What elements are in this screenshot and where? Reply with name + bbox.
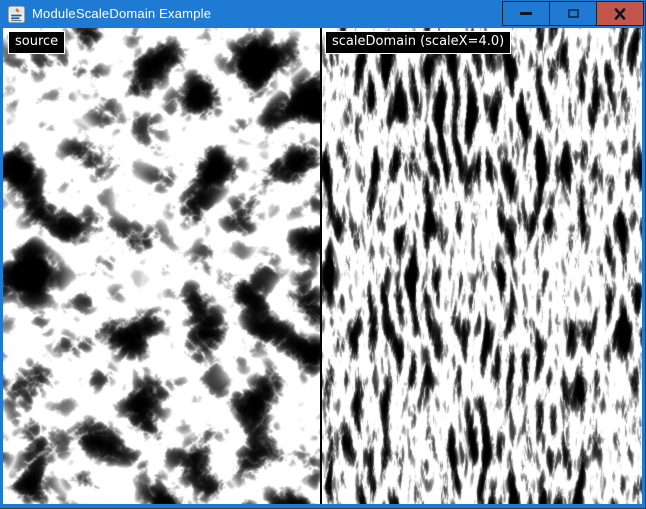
close-button[interactable]: [596, 1, 644, 26]
titlebar[interactable]: ModuleScaleDomain Example: [0, 0, 645, 28]
source-panel-label: source: [8, 31, 65, 54]
maximize-button[interactable]: [549, 1, 597, 26]
scaled-panel: scaleDomain (scaleX=4.0): [322, 28, 642, 504]
maximize-icon: [568, 9, 579, 18]
source-panel: source: [3, 28, 320, 504]
java-application-icon: [8, 6, 25, 23]
content-area: source scaleDomain (scaleX=4.0): [3, 28, 642, 504]
scaled-noise-canvas: [322, 28, 642, 504]
window-controls: [503, 1, 644, 26]
minimize-button[interactable]: [502, 1, 550, 26]
scaled-panel-label: scaleDomain (scaleX=4.0): [325, 31, 511, 54]
minimize-icon: [520, 12, 532, 15]
close-icon: [614, 8, 626, 20]
window-title: ModuleScaleDomain Example: [32, 0, 211, 28]
source-noise-canvas: [3, 28, 320, 504]
application-window: ModuleScaleDomain Example source scaleDo…: [0, 0, 646, 509]
